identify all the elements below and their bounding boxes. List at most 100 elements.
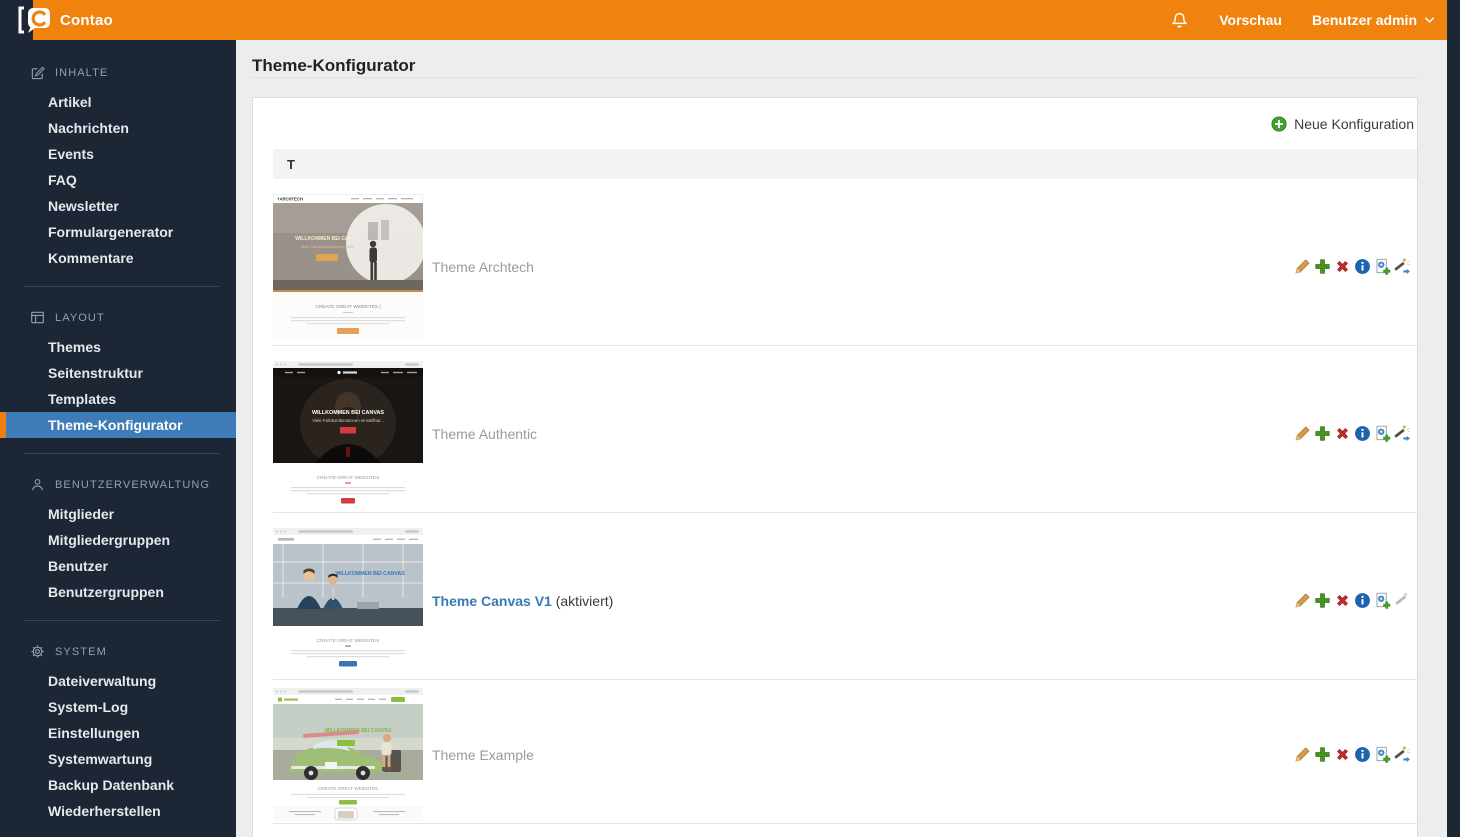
user-menu-label: Benutzer admin [1312, 12, 1417, 28]
page-title: Theme-Konfigurator [252, 56, 415, 76]
title-bar: Theme-Konfigurator [252, 40, 1418, 78]
sidebar-item-mitgliedergruppen[interactable]: Mitgliedergruppen [0, 527, 236, 553]
new-configuration-label: Neue Konfiguration [1294, 116, 1414, 132]
layout-icon [30, 310, 45, 325]
theme-authentic-thumbnail[interactable]: WILLKOMMEN BEI CANVAS Viele Farbkombinat… [273, 361, 423, 506]
main-content: Theme-Konfigurator Neue Konfiguration T … [236, 40, 1447, 837]
duplicate-icon[interactable] [1314, 592, 1331, 609]
brand-name[interactable]: Contao [60, 12, 113, 29]
sidebar-item-nachrichten[interactable]: Nachrichten [0, 115, 236, 141]
sidebar-divider [24, 453, 220, 454]
row-actions [1294, 258, 1411, 275]
sidebar-item-templates[interactable]: Templates [0, 386, 236, 412]
theme-rows: +ARCHTECH WILLKOMMEN BEI CANVA Viele Far… [273, 179, 1417, 824]
duplicate-icon[interactable] [1314, 425, 1331, 442]
svg-text:Viele Farbkombinationen einste: Viele Farbkombinationen einstellbar... [312, 418, 384, 423]
import-theme-icon[interactable] [1374, 425, 1391, 442]
sidebar-divider [24, 286, 220, 287]
sidebar-item-einstellungen[interactable]: Einstellungen [0, 720, 236, 746]
sidebar-item-faq[interactable]: FAQ [0, 167, 236, 193]
edit-icon[interactable] [1294, 425, 1311, 442]
table-row: +ARCHTECH WILLKOMMEN BEI CANVA Viele Far… [273, 179, 1417, 346]
delete-icon[interactable] [1334, 425, 1351, 442]
duplicate-icon[interactable] [1314, 746, 1331, 763]
section-label: LAYOUT [55, 312, 105, 324]
theme-example-thumbnail[interactable]: WILLKOMMEN BEI CANVAS CREATE GREAT WEBSI… [273, 688, 423, 821]
sidebar-item-mitglieder[interactable]: Mitglieder [0, 501, 236, 527]
bell-icon[interactable] [1170, 11, 1189, 30]
sidebar-divider [24, 620, 220, 621]
delete-icon[interactable] [1334, 746, 1351, 763]
edit-icon[interactable] [1294, 592, 1311, 609]
sidebar-section-inhalte[interactable]: INHALTE [0, 65, 236, 80]
sidebar-item-events[interactable]: Events [0, 141, 236, 167]
user-menu[interactable]: Benutzer admin [1312, 12, 1435, 28]
theme-archtech-thumbnail[interactable]: +ARCHTECH WILLKOMMEN BEI CANVA Viele Far… [273, 194, 423, 339]
sidebar-item-system-log[interactable]: System-Log [0, 694, 236, 720]
edit-icon[interactable] [1294, 258, 1311, 275]
top-bar-right: Vorschau Benutzer admin [1170, 11, 1447, 30]
sidebar-item-kommentare[interactable]: Kommentare [0, 245, 236, 271]
contao-logo-icon[interactable] [17, 5, 53, 35]
theme-name: Theme Canvas V1 (aktiviert) [432, 593, 1294, 609]
edit-square-icon [30, 65, 45, 80]
section-label: INHALTE [55, 67, 108, 79]
edit-icon[interactable] [1294, 746, 1311, 763]
apply-theme-icon[interactable] [1394, 258, 1411, 275]
import-theme-icon[interactable] [1374, 258, 1391, 275]
apply-theme-icon[interactable] [1394, 746, 1411, 763]
theme-name: Theme Archtech [432, 259, 1294, 275]
details-icon[interactable] [1354, 592, 1371, 609]
svg-text:WILLKOMMEN BEI CANVAS: WILLKOMMEN BEI CANVAS [312, 410, 384, 416]
sidebar-section-benutzerverwaltung[interactable]: BENUTZERVERWALTUNG [0, 477, 236, 492]
window-edge [1447, 0, 1460, 837]
top-bar: Contao Vorschau Benutzer admin [0, 0, 1460, 40]
svg-text:CREATE GREAT WEBSITES: CREATE GREAT WEBSITES [317, 638, 380, 644]
sidebar-section-system[interactable]: SYSTEM [0, 644, 236, 659]
delete-icon[interactable] [1334, 592, 1351, 609]
svg-text:CREATE GREAT WEBSITES: CREATE GREAT WEBSITES [318, 786, 378, 791]
sidebar-item-backup-datenbank[interactable]: Backup Datenbank [0, 772, 236, 798]
svg-text:WILLKOMMEN BEI CANVA: WILLKOMMEN BEI CANVA [295, 236, 359, 242]
top-bar-orange: Contao Vorschau Benutzer admin [33, 0, 1447, 40]
section-label: BENUTZERVERWALTUNG [55, 479, 210, 491]
sidebar-item-formulargenerator[interactable]: Formulargenerator [0, 219, 236, 245]
preview-link[interactable]: Vorschau [1219, 12, 1282, 28]
theme-name: Theme Authentic [432, 426, 1294, 442]
panel-header: Neue Konfiguration [253, 98, 1417, 149]
sidebar-item-newsletter[interactable]: Newsletter [0, 193, 236, 219]
apply-theme-icon[interactable] [1394, 425, 1411, 442]
gear-icon [30, 644, 45, 659]
sidebar-item-benutzer[interactable]: Benutzer [0, 553, 236, 579]
sidebar-item-dateiverwaltung[interactable]: Dateiverwaltung [0, 668, 236, 694]
group-header: T [273, 149, 1417, 179]
sidebar-item-artikel[interactable]: Artikel [0, 89, 236, 115]
sidebar-item-wiederherstellen[interactable]: Wiederherstellen [0, 798, 236, 824]
duplicate-icon[interactable] [1314, 258, 1331, 275]
sidebar-item-systemwartung[interactable]: Systemwartung [0, 746, 236, 772]
sidebar-item-seitenstruktur[interactable]: Seitenstruktur [0, 360, 236, 386]
table-row: WILLKOMMEN BEI CANVAS CREATE GREAT WEBSI… [273, 513, 1417, 680]
group-letter: T [287, 157, 295, 172]
theme-link[interactable]: Theme Canvas V1 [432, 593, 552, 609]
svg-text:CREATE GREAT WEBSITES |: CREATE GREAT WEBSITES | [315, 304, 380, 310]
plus-circle-icon [1271, 116, 1287, 132]
sidebar-section-layout[interactable]: LAYOUT [0, 310, 236, 325]
sidebar-item-benutzergruppen[interactable]: Benutzergruppen [0, 579, 236, 605]
theme-list-panel: Neue Konfiguration T +ARCHTECH WILLKOMME… [252, 97, 1418, 837]
details-icon[interactable] [1354, 425, 1371, 442]
sidebar: INHALTE Artikel Nachrichten Events FAQ N… [0, 40, 236, 837]
sidebar-item-theme-konfigurator[interactable]: Theme-Konfigurator [0, 412, 236, 438]
theme-canvas-thumbnail[interactable]: WILLKOMMEN BEI CANVAS CREATE GREAT WEBSI… [273, 528, 423, 673]
row-actions [1294, 425, 1411, 442]
delete-icon[interactable] [1334, 258, 1351, 275]
details-icon[interactable] [1354, 746, 1371, 763]
details-icon[interactable] [1354, 258, 1371, 275]
svg-text:CREATE GREAT WEBSITES: CREATE GREAT WEBSITES [317, 475, 380, 481]
table-row: WILLKOMMEN BEI CANVAS CREATE GREAT WEBSI… [273, 680, 1417, 824]
new-configuration-button[interactable]: Neue Konfiguration [1271, 116, 1414, 132]
import-theme-icon[interactable] [1374, 746, 1391, 763]
sidebar-item-themes[interactable]: Themes [0, 334, 236, 360]
svg-text:+ARCHTECH: +ARCHTECH [277, 197, 303, 202]
import-theme-icon[interactable] [1374, 592, 1391, 609]
